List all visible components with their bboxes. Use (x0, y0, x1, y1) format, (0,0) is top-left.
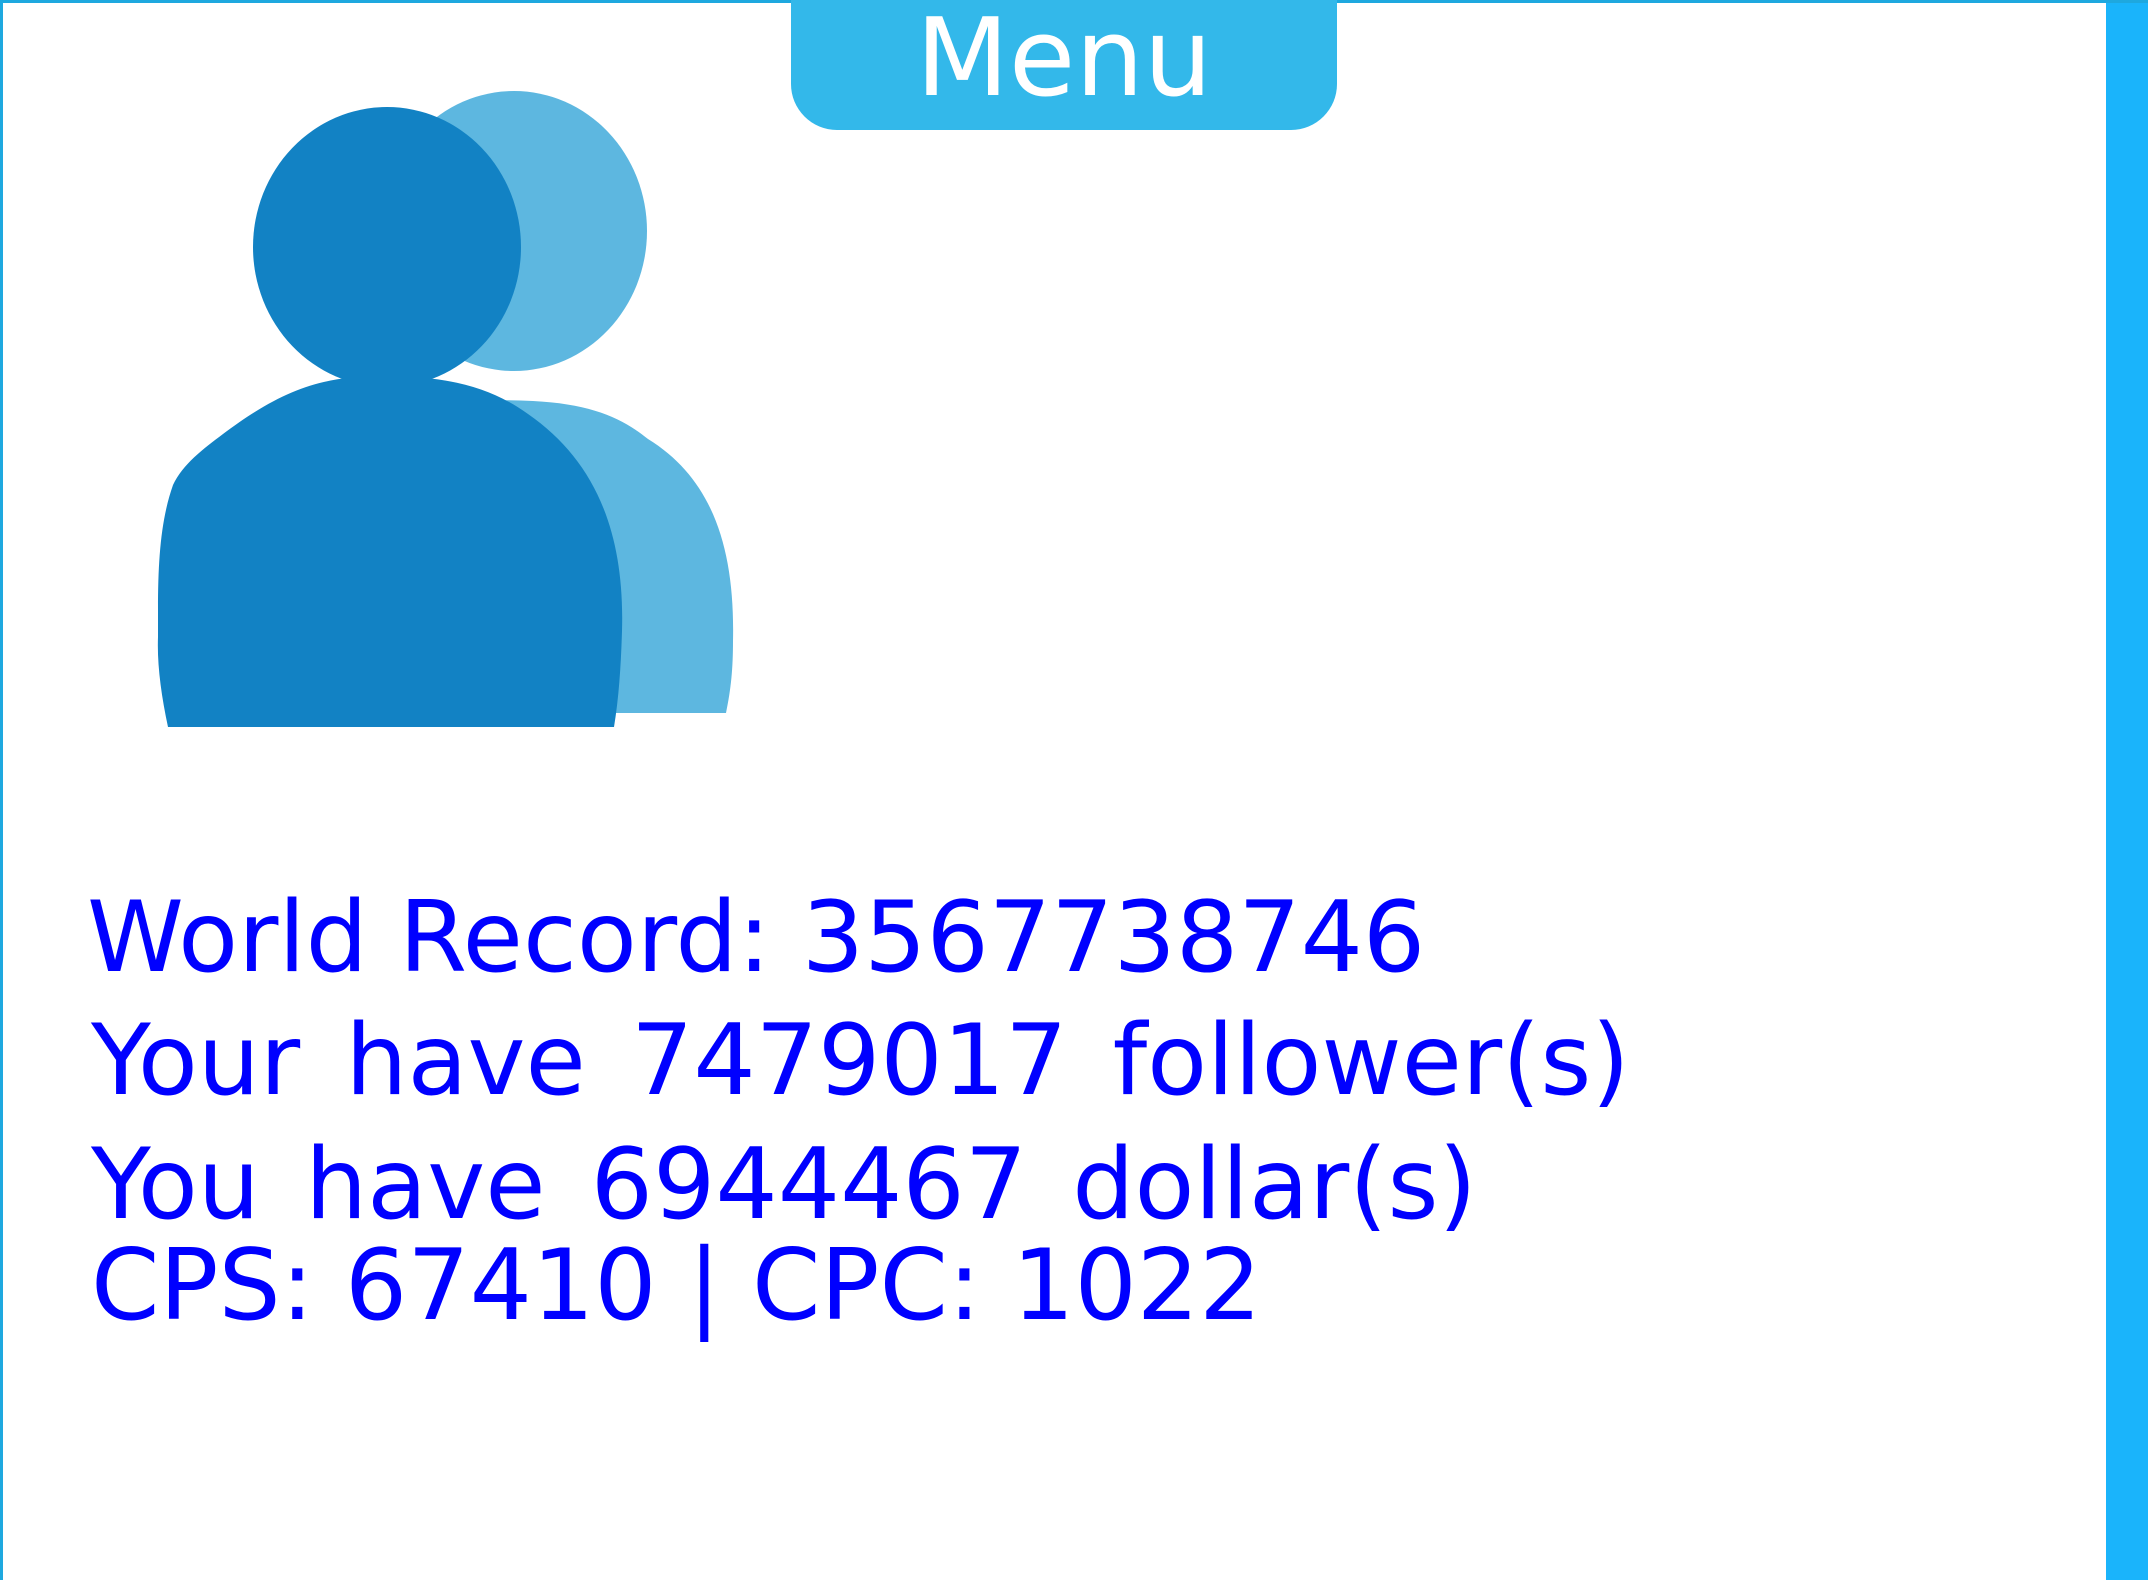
world-record-text: World Record: 3567738746 (87, 881, 1426, 995)
right-side-bar (2106, 3, 2148, 1580)
cps-cpc-text: CPS: 67410 | CPC: 1022 (91, 1229, 1262, 1343)
dollars-count-text: You have 6944467 dollar(s) (91, 1128, 1477, 1242)
followers-count-text: Your have 7479017 follower(s) (91, 1004, 1630, 1118)
game-screen: Menu World Record: 3567738746 Your have … (0, 0, 2148, 1580)
followers-icon (157, 91, 734, 727)
menu-button[interactable]: Menu (791, 0, 1337, 130)
followers-clicker[interactable] (153, 89, 743, 731)
